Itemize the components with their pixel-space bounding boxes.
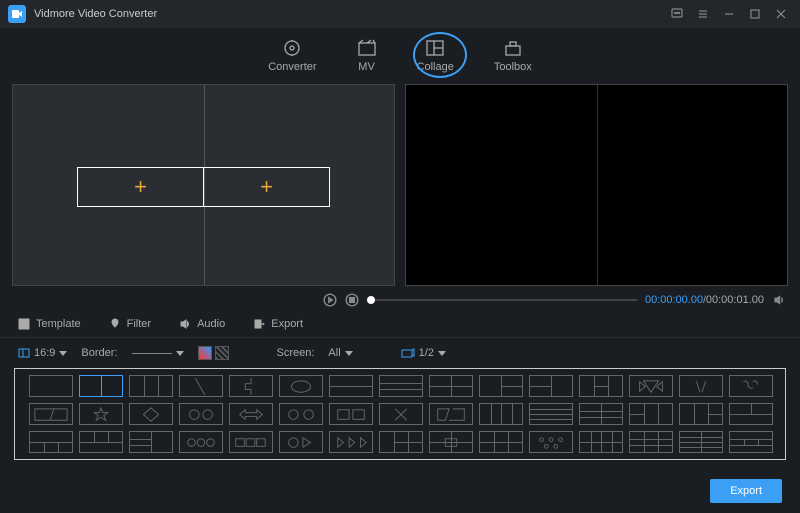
- maximize-button[interactable]: [744, 3, 766, 25]
- template-item[interactable]: [29, 431, 73, 453]
- template-item[interactable]: [629, 403, 673, 425]
- main-panels: + +: [0, 84, 800, 286]
- export-button[interactable]: Export: [710, 479, 782, 503]
- tab-collage[interactable]: Collage: [417, 39, 454, 73]
- subtab-template[interactable]: Template: [18, 318, 81, 330]
- template-item[interactable]: [229, 403, 273, 425]
- template-item[interactable]: [279, 431, 323, 453]
- ratio-dropdown[interactable]: 16:9: [18, 347, 67, 359]
- screen-dropdown[interactable]: All: [328, 347, 352, 359]
- subtab-filter[interactable]: Filter: [109, 318, 151, 330]
- template-item[interactable]: [79, 375, 123, 397]
- template-item[interactable]: [529, 403, 573, 425]
- tab-converter[interactable]: Converter: [268, 39, 316, 73]
- close-button[interactable]: [770, 3, 792, 25]
- template-item[interactable]: [229, 431, 273, 453]
- options-row: 16:9 Border: Screen: All 1/2: [0, 338, 800, 368]
- template-item[interactable]: [29, 403, 73, 425]
- template-item[interactable]: [329, 431, 373, 453]
- template-item[interactable]: [429, 403, 473, 425]
- template-item[interactable]: [629, 375, 673, 397]
- template-item[interactable]: [129, 375, 173, 397]
- template-item[interactable]: [379, 431, 423, 453]
- template-item[interactable]: [729, 431, 773, 453]
- template-item[interactable]: [79, 431, 123, 453]
- template-item[interactable]: [129, 403, 173, 425]
- template-item[interactable]: [179, 403, 223, 425]
- border-color-picker[interactable]: [198, 346, 229, 360]
- playback-bar: 00:00:00.00/00:00:01.00: [0, 290, 800, 310]
- seek-handle[interactable]: [367, 296, 375, 304]
- tab-label: MV: [358, 61, 375, 73]
- minimize-button[interactable]: [718, 3, 740, 25]
- template-item[interactable]: [129, 431, 173, 453]
- border-style-dropdown[interactable]: [132, 351, 184, 356]
- add-slot-right[interactable]: +: [204, 168, 329, 206]
- template-item[interactable]: [529, 375, 573, 397]
- tab-label: Converter: [268, 61, 316, 73]
- template-item[interactable]: [79, 403, 123, 425]
- template-item[interactable]: [479, 403, 523, 425]
- tab-mv[interactable]: MV: [357, 39, 377, 73]
- sub-tabs: Template Filter Audio Export: [0, 310, 800, 338]
- border-label: Border:: [81, 347, 117, 359]
- template-item[interactable]: [429, 431, 473, 453]
- selection-box[interactable]: + +: [77, 167, 330, 207]
- template-item[interactable]: [329, 375, 373, 397]
- template-item[interactable]: [579, 375, 623, 397]
- play-button[interactable]: [323, 293, 337, 307]
- time-display: 00:00:00.00/00:00:01.00: [645, 294, 764, 306]
- template-item[interactable]: [729, 375, 773, 397]
- plus-icon: +: [134, 174, 147, 200]
- template-item[interactable]: [429, 375, 473, 397]
- main-tabs: Converter MV Collage Toolbox: [0, 28, 800, 84]
- template-item[interactable]: [679, 375, 723, 397]
- preview-panel: [405, 84, 788, 286]
- template-item[interactable]: [179, 375, 223, 397]
- template-item[interactable]: [279, 403, 323, 425]
- template-item[interactable]: [679, 403, 723, 425]
- stop-button[interactable]: [345, 293, 359, 307]
- template-item[interactable]: [479, 375, 523, 397]
- subtab-audio[interactable]: Audio: [179, 318, 225, 330]
- template-item[interactable]: [379, 403, 423, 425]
- divider: [597, 85, 598, 285]
- template-item[interactable]: [179, 431, 223, 453]
- template-item[interactable]: [679, 431, 723, 453]
- template-item[interactable]: [579, 431, 623, 453]
- subtab-export[interactable]: Export: [253, 318, 303, 330]
- feedback-icon[interactable]: [666, 3, 688, 25]
- collage-canvas[interactable]: + +: [12, 84, 395, 286]
- app-logo: [8, 5, 26, 23]
- template-item[interactable]: [529, 431, 573, 453]
- template-item[interactable]: [379, 375, 423, 397]
- template-item[interactable]: [629, 431, 673, 453]
- template-item[interactable]: [579, 403, 623, 425]
- template-item[interactable]: [279, 375, 323, 397]
- template-item[interactable]: [729, 403, 773, 425]
- template-grid: [14, 368, 786, 460]
- template-item[interactable]: [479, 431, 523, 453]
- tab-label: Collage: [417, 61, 454, 73]
- page-dropdown[interactable]: 1/2: [401, 347, 446, 359]
- screen-label: Screen:: [277, 347, 315, 359]
- seek-track[interactable]: [367, 299, 637, 301]
- tab-label: Toolbox: [494, 61, 532, 73]
- plus-icon: +: [260, 174, 273, 200]
- add-slot-left[interactable]: +: [78, 168, 204, 206]
- volume-button[interactable]: [772, 293, 786, 307]
- template-item[interactable]: [29, 375, 73, 397]
- app-title: Vidmore Video Converter: [34, 8, 662, 20]
- titlebar: Vidmore Video Converter: [0, 0, 800, 28]
- menu-icon[interactable]: [692, 3, 714, 25]
- tab-toolbox[interactable]: Toolbox: [494, 39, 532, 73]
- template-item[interactable]: [329, 403, 373, 425]
- template-item[interactable]: [229, 375, 273, 397]
